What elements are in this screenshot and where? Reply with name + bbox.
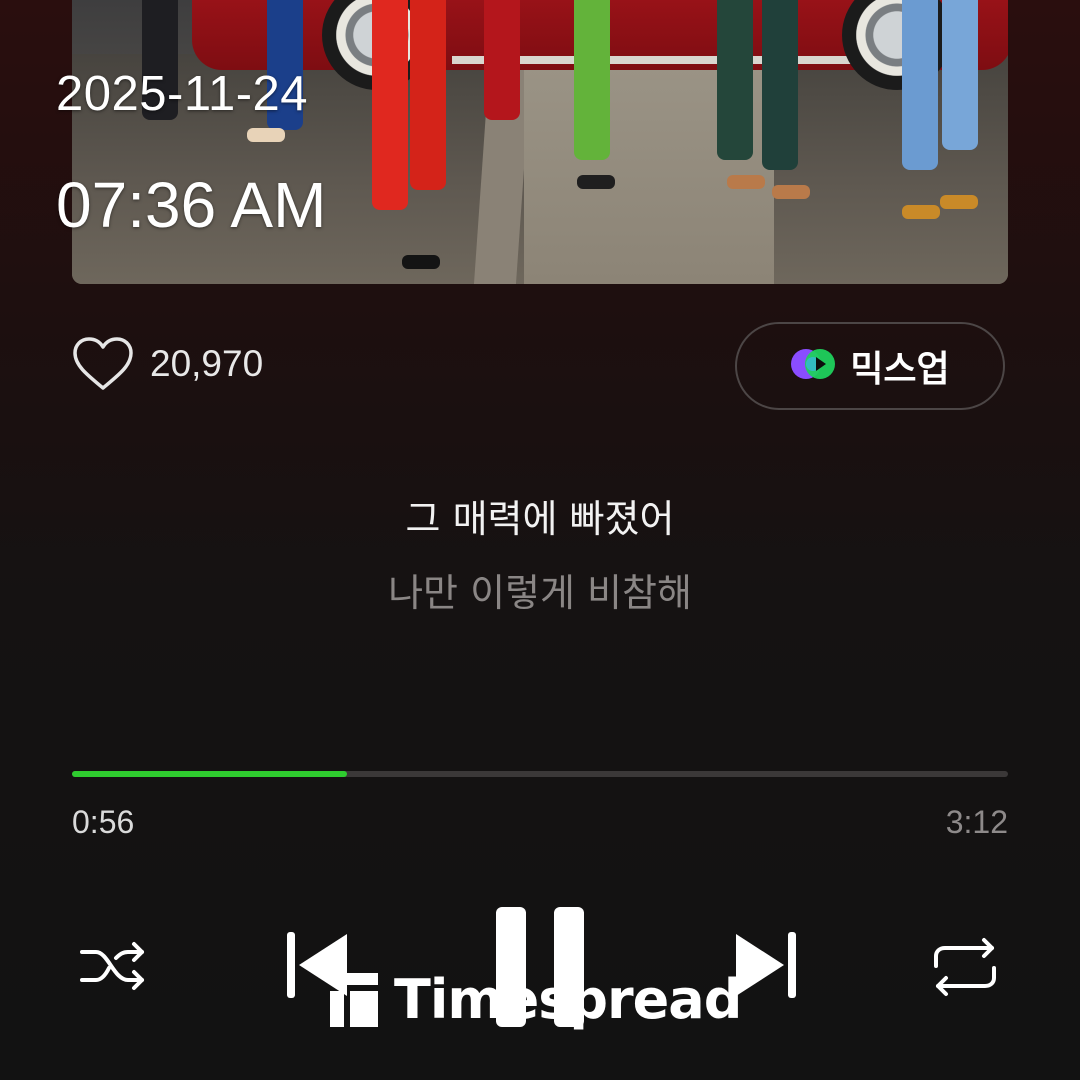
progress-fill xyxy=(72,771,348,777)
mixup-icon xyxy=(790,344,836,388)
lyric-current-line[interactable]: 그 매력에 빠졌어 xyxy=(0,488,1080,543)
heart-icon xyxy=(72,336,134,392)
repeat-button[interactable] xyxy=(930,936,1000,998)
skip-next-icon xyxy=(732,930,798,1000)
shuffle-button[interactable] xyxy=(78,938,148,994)
time-label: 07:36 AM xyxy=(56,169,327,241)
watermark-text: Timespread xyxy=(394,968,742,1031)
date-label: 2025-11-24 xyxy=(56,67,309,121)
progress-bar[interactable] xyxy=(72,771,1008,777)
like-count: 20,970 xyxy=(150,343,264,384)
next-button[interactable] xyxy=(732,930,798,1000)
lyric-next-line[interactable]: 나만 이렇게 비참해 xyxy=(0,562,1080,617)
shuffle-icon xyxy=(78,938,148,994)
elapsed-time: 0:56 xyxy=(72,804,135,840)
mixup-label: 믹스업 xyxy=(850,349,950,390)
watermark: Timespread xyxy=(330,968,742,1031)
total-duration: 3:12 xyxy=(945,804,1008,840)
timespread-logo-icon xyxy=(330,972,378,1027)
like-button[interactable]: 20,970 xyxy=(72,336,263,392)
mixup-button[interactable]: 믹스업 xyxy=(735,322,1005,410)
repeat-icon xyxy=(930,936,1000,998)
